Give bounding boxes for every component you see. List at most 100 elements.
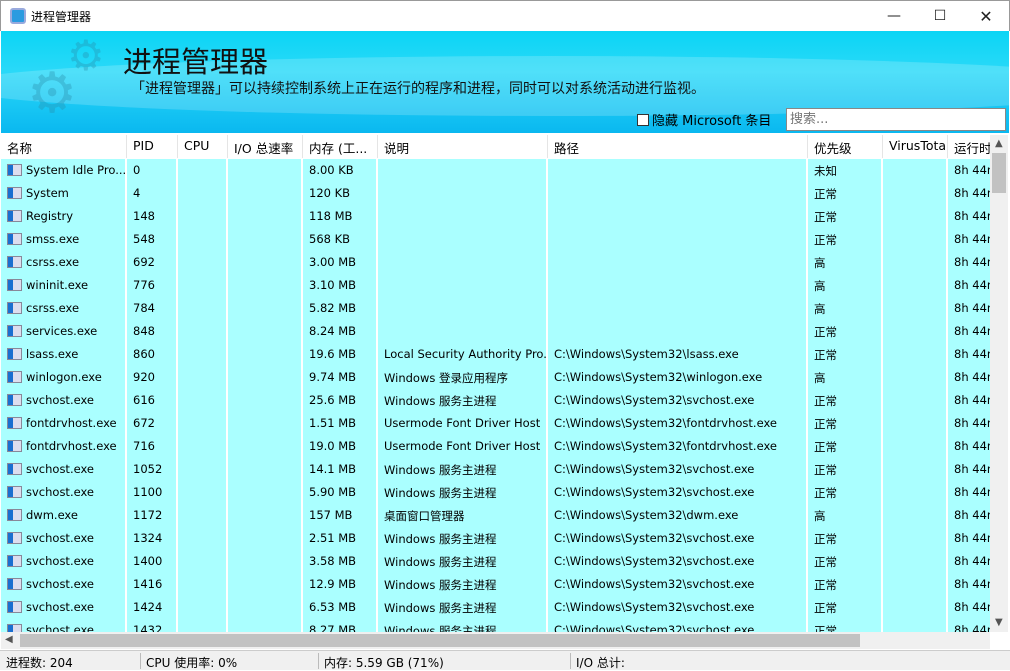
table-row[interactable]: svchost.exe 1100 5.90 MB Windows 服务主进程 C:\Wi… <box>1 481 990 504</box>
cell-text: 高 <box>814 509 826 523</box>
cell-text: 692 <box>133 255 155 269</box>
close-button[interactable]: ✕ <box>963 1 1009 32</box>
table-row[interactable]: fontdrvhost.exe 672 1.51 MB Usermode Font D… <box>1 412 990 435</box>
column-header[interactable]: CPU <box>178 135 228 158</box>
checkbox-box[interactable] <box>637 113 649 126</box>
cell-text: fontdrvhost.exe <box>26 416 117 430</box>
vertical-scrollbar[interactable]: ▲ ▼ <box>990 135 1008 632</box>
table-cell: 692 <box>127 251 178 274</box>
table-row[interactable]: svchost.exe 1400 3.58 MB Windows 服务主进程 C:\Wi… <box>1 550 990 573</box>
cell-text: 8h 44m <box>954 393 990 407</box>
scroll-up-icon[interactable]: ▲ <box>995 138 1003 149</box>
column-header[interactable]: 内存 (工... <box>303 135 378 158</box>
table-row[interactable]: fontdrvhost.exe 716 19.0 MB Usermode Font D… <box>1 435 990 458</box>
column-header[interactable]: I/O 总速率 <box>228 135 303 158</box>
table-cell: 5.82 MB <box>303 297 378 320</box>
table-row[interactable]: svchost.exe 1324 2.51 MB Windows 服务主进程 C:\Wi… <box>1 527 990 550</box>
table-cell <box>378 205 548 228</box>
cell-text: 784 <box>133 301 155 315</box>
table-cell: System <box>1 182 127 205</box>
column-header[interactable]: 路径 <box>548 135 808 158</box>
scroll-thumb[interactable] <box>20 634 860 647</box>
cell-text: 1172 <box>133 508 163 522</box>
cell-text: 8h 44m <box>954 623 990 632</box>
process-icon <box>7 279 22 291</box>
column-header[interactable]: PID <box>127 135 178 158</box>
table-row[interactable]: csrss.exe 784 5.82 MB 高 8h 44m <box>1 297 990 320</box>
cell-text: svchost.exe <box>26 462 95 476</box>
scroll-thumb[interactable] <box>992 153 1006 193</box>
table-cell: 1.51 MB <box>303 412 378 435</box>
cpu-usage: CPU 使用率: 0% <box>146 656 238 670</box>
table-cell <box>548 182 808 205</box>
table-row[interactable]: svchost.exe 1424 6.53 MB Windows 服务主进程 C:\Wi… <box>1 596 990 619</box>
table-cell <box>178 366 228 389</box>
table-cell: 正常 <box>808 527 883 550</box>
maximize-button[interactable]: ☐ <box>917 1 963 32</box>
cell-text: Windows 服务主进程 <box>384 624 497 632</box>
table-cell: 正常 <box>808 435 883 458</box>
column-header[interactable]: 运行时 <box>948 135 990 158</box>
column-header[interactable]: VirusTotal <box>883 135 948 158</box>
process-icon <box>7 578 22 590</box>
table-row[interactable]: System 4 120 KB 正常 8h 44m <box>1 182 990 205</box>
cell-text: svchost.exe <box>26 393 95 407</box>
process-count: 进程数: 204 <box>6 656 73 670</box>
table-cell: 8h 44m <box>948 550 990 573</box>
table-cell: Registry <box>1 205 127 228</box>
table-cell <box>548 251 808 274</box>
search-input[interactable] <box>786 108 1006 131</box>
table-cell: Windows 登录应用程序 <box>378 366 548 389</box>
hide-microsoft-checkbox[interactable]: 隐藏 Microsoft 条目 <box>637 110 771 129</box>
table-cell <box>228 504 303 527</box>
process-icon <box>7 601 22 613</box>
table-row[interactable]: System Idle Pro... 0 8.00 KB 未知 8h 44m <box>1 159 990 182</box>
column-header[interactable]: 名称 <box>1 135 127 158</box>
cell-text: Windows 服务主进程 <box>384 394 497 408</box>
table-cell <box>228 182 303 205</box>
table-row[interactable]: csrss.exe 692 3.00 MB 高 8h 44m <box>1 251 990 274</box>
table-row[interactable]: lsass.exe 860 19.6 MB Local Security Author… <box>1 343 990 366</box>
table-cell <box>178 343 228 366</box>
table-cell: 3.10 MB <box>303 274 378 297</box>
table-row[interactable]: svchost.exe 1432 8.27 MB Windows 服务主进程 C:\Wi… <box>1 619 990 632</box>
table-row[interactable]: svchost.exe 1416 12.9 MB Windows 服务主进程 C:\Wi… <box>1 573 990 596</box>
cell-text: 548 <box>133 232 155 246</box>
table-row[interactable]: dwm.exe 1172 157 MB 桌面窗口管理器 C:\Windows\Syste… <box>1 504 990 527</box>
cell-text: 8h 44m <box>954 209 990 223</box>
table-row[interactable]: winlogon.exe 920 9.74 MB Windows 登录应用程序 C:\W… <box>1 366 990 389</box>
table-cell: C:\Windows\System32\svchost.exe <box>548 596 808 619</box>
minimize-button[interactable]: — <box>871 1 917 32</box>
table-row[interactable]: smss.exe 548 568 KB 正常 8h 44m <box>1 228 990 251</box>
column-header[interactable]: 优先级 <box>808 135 883 158</box>
table-row[interactable]: Registry 148 118 MB 正常 8h 44m <box>1 205 990 228</box>
column-header[interactable]: 说明 <box>378 135 548 158</box>
process-icon <box>7 187 22 199</box>
horizontal-scrollbar[interactable]: ◀ <box>1 632 990 649</box>
table-cell: wininit.exe <box>1 274 127 297</box>
table-cell <box>228 274 303 297</box>
process-icon <box>7 164 22 176</box>
cell-text: 正常 <box>814 417 837 431</box>
table-cell <box>178 481 228 504</box>
cell-text: 6.53 MB <box>309 600 357 614</box>
table-cell: 5.90 MB <box>303 481 378 504</box>
table-cell <box>178 435 228 458</box>
table-row[interactable]: svchost.exe 616 25.6 MB Windows 服务主进程 C:\Win… <box>1 389 990 412</box>
table-row[interactable]: svchost.exe 1052 14.1 MB Windows 服务主进程 C:\Wi… <box>1 458 990 481</box>
table-cell: 716 <box>127 435 178 458</box>
table-cell <box>883 527 948 550</box>
table-row[interactable]: services.exe 848 8.24 MB 正常 8h 44m <box>1 320 990 343</box>
table-cell <box>228 573 303 596</box>
table-cell <box>178 274 228 297</box>
cell-text: C:\Windows\System32\fontdrvhost.exe <box>554 439 777 453</box>
table-cell: C:\Windows\System32\svchost.exe <box>548 481 808 504</box>
cell-text: 高 <box>814 302 826 316</box>
table-cell: 正常 <box>808 389 883 412</box>
scroll-down-icon[interactable]: ▼ <box>995 617 1003 628</box>
scroll-left-icon[interactable]: ◀ <box>5 634 13 645</box>
table-row[interactable]: wininit.exe 776 3.10 MB 高 8h 44m <box>1 274 990 297</box>
banner-title: 进程管理器 <box>123 45 269 79</box>
io-total: I/O 总计: <box>576 656 625 670</box>
table-cell <box>883 182 948 205</box>
